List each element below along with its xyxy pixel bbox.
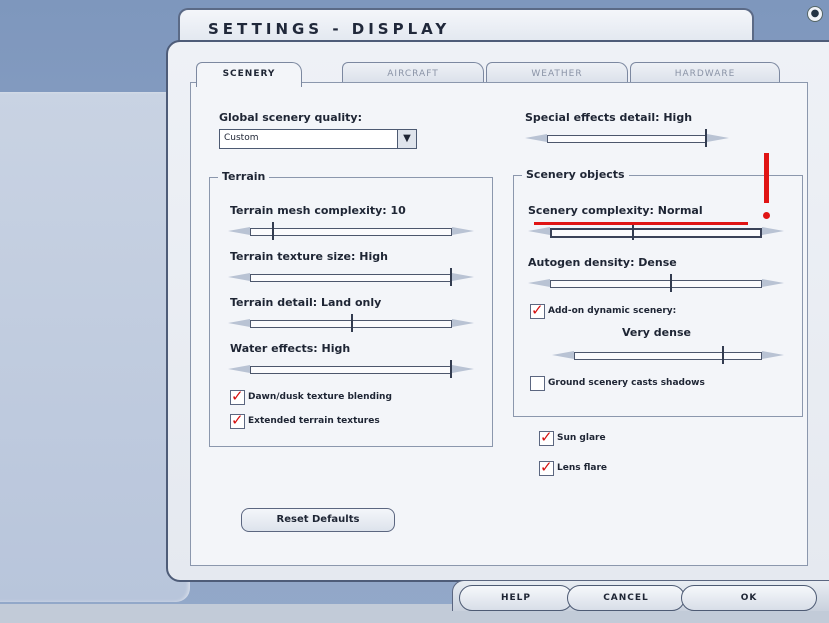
- dawn-dusk-checkbox[interactable]: [230, 387, 245, 405]
- terrain-mesh-slider[interactable]: [228, 222, 474, 240]
- chevron-down-icon[interactable]: ▼: [397, 130, 416, 148]
- special-effects-slider[interactable]: [525, 129, 729, 147]
- red-highlight-underline: [534, 222, 748, 225]
- terrain-texture-label: Terrain texture size: High: [230, 250, 388, 263]
- global-quality-value: Custom: [224, 133, 259, 143]
- slider-thumb[interactable]: [722, 346, 724, 364]
- reset-defaults-button[interactable]: Reset Defaults: [241, 508, 395, 532]
- autogen-label: Autogen density: Dense: [528, 256, 677, 269]
- window-title: SETTINGS - DISPLAY: [208, 20, 451, 38]
- scenery-objects-title: Scenery objects: [522, 168, 629, 181]
- addon-dynamic-checkbox[interactable]: [530, 301, 545, 319]
- global-quality-select[interactable]: Custom ▼: [219, 129, 417, 149]
- lens-flare-checkbox[interactable]: [539, 458, 554, 476]
- addon-dynamic-label: Add-on dynamic scenery:: [548, 306, 677, 316]
- scenery-panel: Global scenery quality: Custom ▼ Terrain…: [190, 82, 808, 566]
- addon-dynamic-value: Very dense: [622, 326, 691, 339]
- red-exclamation-dot: [763, 212, 770, 219]
- scenery-complexity-label: Scenery complexity: Normal: [528, 204, 703, 217]
- terrain-detail-slider[interactable]: [228, 314, 474, 332]
- slider-thumb[interactable]: [705, 129, 707, 147]
- extended-textures-checkbox[interactable]: [230, 411, 245, 429]
- red-exclamation-mark: [764, 153, 769, 203]
- slider-thumb[interactable]: [351, 314, 353, 332]
- settings-dialog: SCENERY AIRCRAFT WEATHER HARDWARE Global…: [166, 40, 829, 582]
- lens-flare-label: Lens flare: [557, 463, 608, 473]
- water-effects-label: Water effects: High: [230, 342, 351, 355]
- slider-thumb[interactable]: [272, 222, 274, 240]
- slider-thumb[interactable]: [670, 274, 672, 292]
- scenery-complexity-slider[interactable]: [528, 222, 784, 240]
- ok-button[interactable]: OK: [681, 585, 817, 611]
- sun-glare-checkbox[interactable]: [539, 428, 554, 446]
- slider-thumb[interactable]: [450, 360, 452, 378]
- tab-scenery[interactable]: SCENERY: [196, 62, 302, 87]
- close-icon[interactable]: ●: [807, 6, 823, 22]
- autogen-slider[interactable]: [528, 274, 784, 292]
- footer-button-bar: HELP CANCEL OK: [452, 580, 829, 611]
- scenery-objects-group: Scenery objects Scenery complexity: Norm…: [513, 168, 803, 417]
- special-effects-label: Special effects detail: High: [525, 111, 693, 124]
- slider-thumb[interactable]: [450, 268, 452, 286]
- cancel-button[interactable]: CANCEL: [567, 585, 685, 611]
- terrain-mesh-label: Terrain mesh complexity: 10: [230, 204, 406, 217]
- terrain-group: Terrain Terrain mesh complexity: 10 Terr…: [209, 170, 493, 447]
- help-button[interactable]: HELP: [459, 585, 573, 611]
- terrain-texture-slider[interactable]: [228, 268, 474, 286]
- water-effects-slider[interactable]: [228, 360, 474, 378]
- ground-shadows-checkbox[interactable]: [530, 376, 545, 391]
- addon-dynamic-slider[interactable]: [552, 346, 784, 364]
- sun-glare-label: Sun glare: [557, 433, 606, 443]
- dawn-dusk-label: Dawn/dusk texture blending: [248, 392, 392, 402]
- extended-textures-label: Extended terrain textures: [248, 416, 380, 426]
- ground-shadows-label: Ground scenery casts shadows: [548, 378, 705, 388]
- left-backdrop-panel: [0, 92, 190, 602]
- global-quality-label: Global scenery quality:: [219, 111, 362, 124]
- terrain-group-title: Terrain: [218, 170, 270, 183]
- terrain-detail-label: Terrain detail: Land only: [230, 296, 382, 309]
